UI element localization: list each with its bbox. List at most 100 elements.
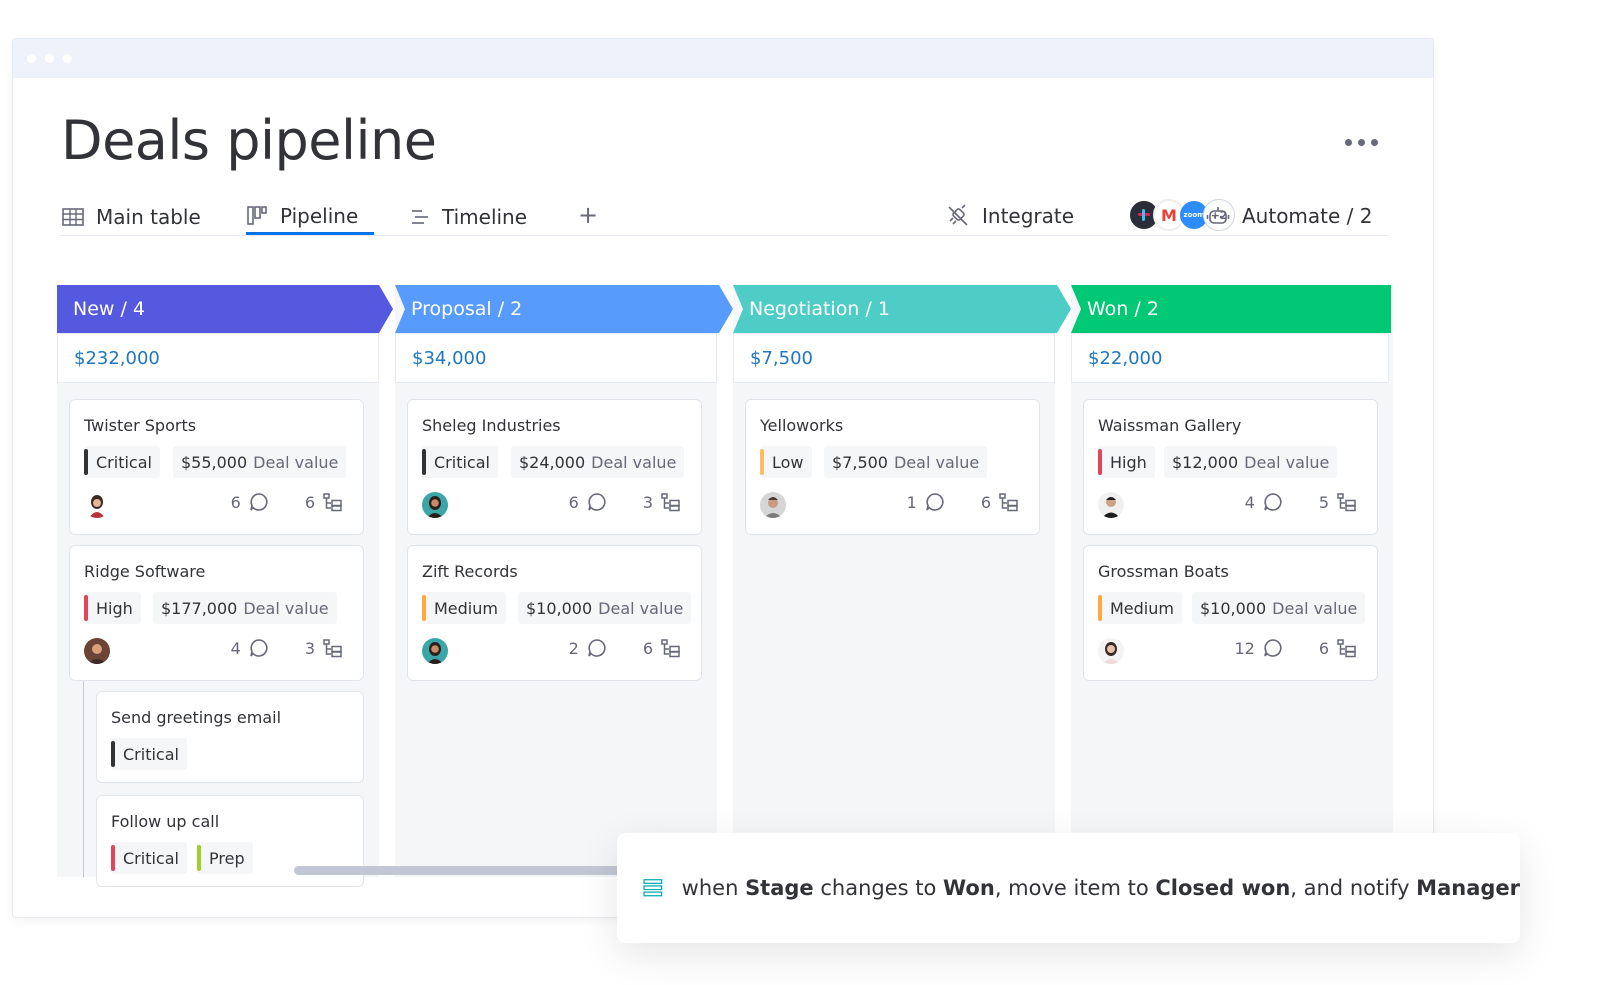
stage-tag[interactable]: Prep [197,842,253,874]
priority-label: High [96,598,133,618]
deal-amount: $10,000 [526,598,593,618]
deal-card[interactable]: Yelloworks Low $7,500 Deal value 1 6 [745,399,1040,535]
avatar[interactable] [422,638,448,664]
deal-value[interactable]: $12,000 Deal value [1164,446,1338,478]
priority-color-bar [1098,595,1102,621]
card-meta: 1 6 [907,492,1019,512]
deal-amount: $55,000 [181,452,248,472]
subitems-icon[interactable] [323,638,343,658]
priority-tag[interactable]: Critical [111,738,187,770]
subitem-count: 6 [1318,638,1329,658]
subitems-icon[interactable] [1337,492,1357,512]
priority-label: High [1110,452,1147,472]
comment-count: 6 [568,492,579,512]
card-meta: 6 3 [569,492,681,512]
priority-label: Critical [434,452,490,472]
deal-name: Ridge Software [84,562,206,581]
app-window: Deals pipeline Main table Pipeline Timel… [12,38,1434,918]
avatar[interactable] [1098,638,1124,664]
horizontal-scrollbar[interactable] [294,866,624,875]
tab-timeline[interactable]: Timeline [410,199,527,235]
comment-icon[interactable] [925,492,945,512]
priority-tag[interactable]: Medium [1098,592,1182,624]
subitem-card[interactable]: Send greetings email Critical [96,691,364,783]
deal-name: Sheleg Industries [422,416,561,435]
tab-label: Timeline [442,205,528,229]
priority-tag[interactable]: Low [760,446,812,478]
priority-color-bar [84,449,88,475]
automate-button[interactable]: Automate / 2 [1206,199,1373,233]
deal-value[interactable]: $10,000 Deal value [518,592,692,624]
priority-tag[interactable]: Critical [84,446,160,478]
priority-tag[interactable]: High [1098,446,1155,478]
avatar[interactable] [84,492,110,518]
stage-header[interactable]: Negotiation / 1 [733,285,1071,333]
avatar[interactable] [1098,492,1124,518]
card-meta: 12 6 [1234,638,1357,658]
avatar[interactable] [760,492,786,518]
deal-value-label: Deal value [893,452,980,472]
deal-value[interactable]: $55,000 Deal value [173,446,347,478]
integrate-button[interactable]: Integrate [946,199,1074,233]
integrate-label: Integrate [982,204,1075,228]
table-icon [62,208,84,226]
comment-icon[interactable] [1263,492,1283,512]
deal-value[interactable]: $10,000 Deal value [1192,592,1366,624]
add-view-button[interactable]: + [578,201,598,229]
tab-main-table[interactable]: Main table [62,199,201,235]
card-meta: 6 6 [231,492,343,512]
deal-value[interactable]: $24,000 Deal value [511,446,685,478]
stage-header[interactable]: Proposal / 2 [395,285,733,333]
deal-card[interactable]: Zift Records Medium $10,000 Deal value 2 … [407,545,702,681]
deal-value-label: Deal value [1272,598,1358,618]
comment-count: 2 [568,638,579,658]
comment-icon[interactable] [587,492,607,512]
deal-value-label: Deal value [1244,452,1330,472]
priority-tag[interactable]: Critical [111,842,187,874]
priority-tag[interactable]: High [84,592,141,624]
subitems-icon[interactable] [323,492,343,512]
deal-amount: $24,000 [519,452,586,472]
deal-value[interactable]: $7,500 Deal value [824,446,988,478]
deal-amount: $12,000 [1172,452,1239,472]
stage-header[interactable]: New / 4 [57,285,393,333]
deal-name: Yelloworks [760,416,844,435]
automation-recipe-text: when Stage changes to Won, move item to … [682,876,1520,900]
subitems-icon[interactable] [1337,638,1357,658]
deal-card[interactable]: Waissman Gallery High $12,000 Deal value … [1083,399,1378,535]
recipe-keyword: Manager [1416,876,1520,900]
subitems-icon[interactable] [661,492,681,512]
plug-icon [948,204,968,226]
comment-count: 6 [230,492,241,512]
deal-card[interactable]: Sheleg Industries Critical $24,000 Deal v… [407,399,702,535]
subitems-icon[interactable] [661,638,681,658]
avatar[interactable] [84,638,110,664]
tab-label: Pipeline [280,203,359,228]
comment-icon[interactable] [249,492,269,512]
avatar[interactable] [422,492,448,518]
deal-card[interactable]: Ridge Software High $177,000 Deal value 4… [69,545,364,681]
deal-value-label: Deal value [591,452,677,472]
priority-color-bar [84,595,88,621]
automate-label: Automate / 2 [1242,204,1373,228]
stage-column-won: Won / 2 $22,000 Waissman Gallery High $1… [1071,285,1393,877]
comment-icon[interactable] [587,638,607,658]
priority-tag[interactable]: Medium [422,592,506,624]
stage-header[interactable]: Won / 2 [1071,285,1391,333]
comment-icon[interactable] [249,638,269,658]
priority-tag[interactable]: Critical [422,446,498,478]
subitems-icon[interactable] [999,492,1019,512]
priority-color-bar [1098,449,1102,475]
recipe-keyword: Stage [745,876,814,900]
deal-card[interactable]: Grossman Boats Medium $10,000 Deal value … [1083,545,1378,681]
robot-icon [1206,207,1230,224]
deal-card[interactable]: Twister Sports Critical $55,000 Deal valu… [69,399,364,535]
deal-value[interactable]: $177,000 Deal value [153,592,337,624]
deal-value-label: Deal value [253,452,339,472]
more-options-icon[interactable] [1345,139,1378,146]
tab-pipeline[interactable]: Pipeline [246,199,374,235]
priority-label: Low [772,452,804,472]
automation-recipe-card[interactable]: when Stage changes to Won, move item to … [617,833,1520,943]
comment-icon[interactable] [1263,638,1283,658]
comment-count: 12 [1234,638,1255,658]
